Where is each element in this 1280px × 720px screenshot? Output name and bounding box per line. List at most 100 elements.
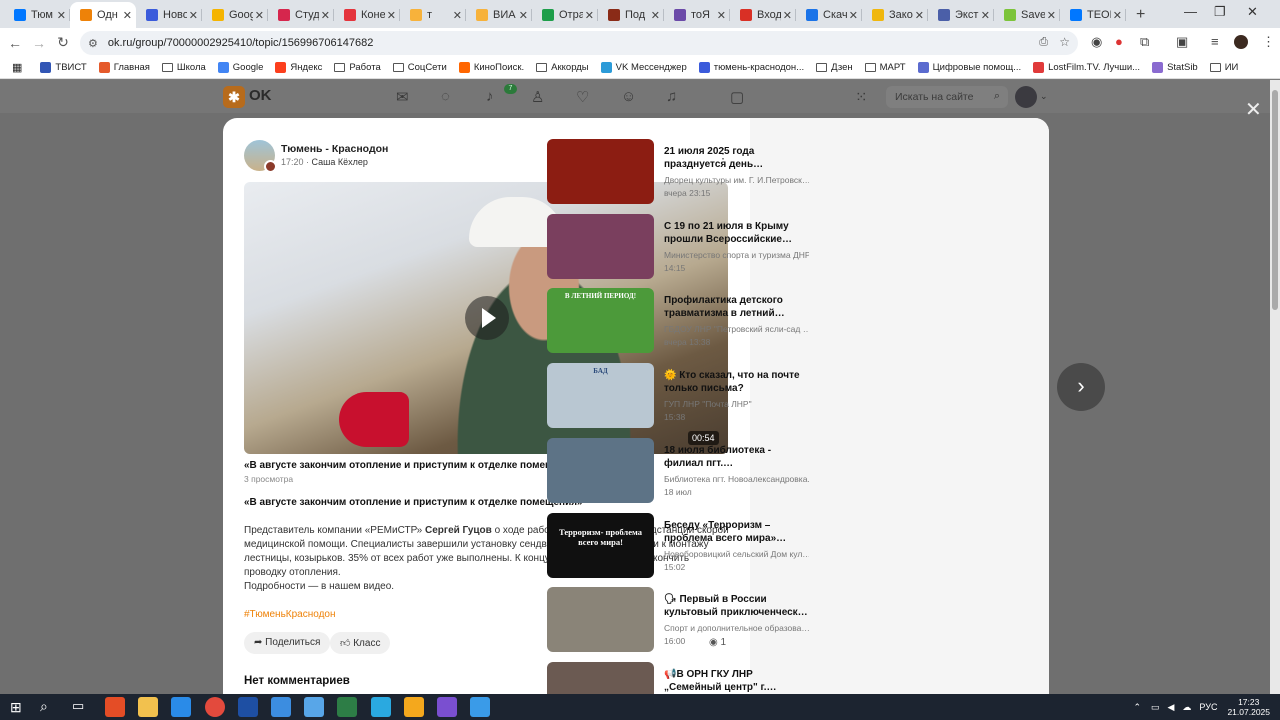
ok-logo-icon[interactable]: ✱ [223,86,245,108]
browser-tab[interactable]: т ✕ [400,2,466,28]
windows-start-icon[interactable]: ⊞ [10,699,22,716]
taskbar-app-icon[interactable] [237,697,258,717]
taskbar-app-icon[interactable] [370,697,391,717]
close-window-icon[interactable]: ✕ [1247,4,1258,20]
tab-close-icon[interactable]: ✕ [57,9,66,22]
group-avatar[interactable] [244,140,277,173]
feed-title[interactable]: 📢В ОРН ГКУ ЛНР „Семейный центр" г.… [664,668,809,694]
browser-tab[interactable]: Отра ✕ [532,2,598,28]
bookmark-item[interactable]: Дзен [816,62,853,73]
browser-tab[interactable]: Скач ✕ [796,2,862,28]
browser-tab[interactable]: тоЯ ✕ [664,2,730,28]
extensions-puzzle-icon[interactable]: ⧉ [1140,34,1149,50]
bookmark-item[interactable]: Школа [161,62,206,73]
author-avatar[interactable] [264,160,277,173]
video-title[interactable]: «В августе закончим отопление и приступи… [244,460,583,471]
events-icon[interactable]: ♡ [576,88,589,106]
browser-tab[interactable]: Зако ✕ [862,2,928,28]
tab-close-icon[interactable]: ✕ [1113,9,1122,22]
browser-tab[interactable]: Ново ✕ [136,2,202,28]
notifications-icon[interactable]: ♪ [486,88,494,105]
bookmark-item[interactable]: Цифровые помощ... [917,62,1021,73]
feed-source[interactable]: Библиотека пгт. Новоалександровка. [664,474,809,484]
feed-source[interactable]: ГУП ЛНР "Почта ЛНР" [664,399,809,409]
feed-card[interactable]: В ЛЕТНИЙ ПЕРИОД! Профилактика детского тр… [547,288,827,354]
cloud-icon[interactable]: ☁ [1182,702,1191,713]
play-icon[interactable] [465,296,509,340]
close-modal-icon[interactable]: ✕ [1245,97,1262,122]
post-author[interactable]: Саша Кёхлер [312,157,368,167]
feed-title[interactable]: Профилактика детского травматизма в летн… [664,294,809,320]
share-button[interactable]: ➦ Поделиться [244,632,331,654]
feed-source[interactable]: ГБДОУ ЛНР "Петровский ясли-сад … [664,324,809,334]
taskbar-app-icon[interactable] [204,697,225,717]
bookmark-item[interactable]: Аккорды [536,62,589,73]
feed-card[interactable]: С 19 по 21 июля в Крыму прошли Всероссий… [547,213,827,280]
apps-icon[interactable]: ⁙ [855,88,868,106]
extension-badge-icon[interactable]: ● [1115,34,1123,49]
tab-close-icon[interactable]: ✕ [519,9,528,22]
bookmark-item[interactable]: ИИ [1209,62,1238,73]
search-icon[interactable]: ⌕ [994,90,1000,103]
taskbar-app-icon[interactable] [337,697,358,717]
feed-title[interactable]: С 19 по 21 июля в Крыму прошли Всероссий… [664,220,809,246]
browser-tab[interactable]: ВИА ✕ [466,2,532,28]
reload-icon[interactable]: ↻ [51,34,75,51]
minimize-icon[interactable]: — [1184,4,1197,19]
feed-source[interactable]: Новоборовицкий сельский Дом кул… [664,549,809,559]
feed-card[interactable]: БАД 🌞 Кто сказал, что на почте только пис… [547,363,827,429]
restore-icon[interactable]: ❐ [1214,4,1226,20]
browser-tab[interactable]: Вход ✕ [730,2,796,28]
browser-tab[interactable]: Savef✕ [994,2,1060,28]
media-control-icon[interactable]: ≡ [1211,34,1219,49]
group-name[interactable]: Тюмень - Краснодон [281,143,388,155]
taskbar-app-icon[interactable] [403,697,424,717]
profile-avatar[interactable] [1234,35,1248,49]
forward-icon[interactable]: → [27,35,51,51]
site-info-icon[interactable]: ⚙ [88,37,98,50]
browser-tab[interactable]: Экст ✕ [928,2,994,28]
messages-icon[interactable]: ✉ [396,88,409,106]
taskbar-app-icon[interactable] [271,697,291,717]
bookmark-item[interactable]: СоцСети [392,62,447,73]
bookmark-item[interactable]: Работа [334,62,381,73]
tab-close-icon[interactable]: ✕ [783,9,792,22]
browser-tab[interactable]: Одн ✕ [70,2,136,28]
feed-title[interactable]: 21 июля 2025 года празднуется день… [664,145,809,171]
browser-tab[interactable]: Коне ✕ [334,2,400,28]
bookmark-star-icon[interactable]: ☆ [1059,35,1070,49]
tab-close-icon[interactable]: ✕ [717,9,726,22]
feed-card[interactable]: Терроризм- проблема всего мира! Беседу «Т… [547,512,827,579]
input-language[interactable]: РУС [1199,702,1217,712]
site-search-input[interactable]: Искать на сайте ⌕ [886,86,1008,108]
install-icon[interactable]: ⎙ [1039,36,1048,49]
tab-close-icon[interactable]: ✕ [651,9,660,22]
feed-card[interactable]: 21 июля 2025 года празднуется день… Дворе… [547,139,827,205]
tab-close-icon[interactable]: ✕ [387,9,396,22]
ok-logo-text[interactable]: OK [249,87,272,104]
feed-title[interactable]: 18 июля библиотека - филиал пгт.… [664,444,809,470]
browser-tab[interactable]: Goog✕ [202,2,268,28]
apps-grid-icon[interactable]: ▦ [12,61,22,74]
guests-icon[interactable]: ♙ [531,88,544,106]
taskbar-app-icon[interactable] [470,697,491,717]
friends-icon[interactable]: ☺ [621,88,636,105]
video-icon[interactable]: ▢ [730,88,744,106]
tab-close-icon[interactable]: ✕ [453,9,462,22]
bookmark-item[interactable]: ТВИСТ [40,62,87,73]
taskbar-app-icon[interactable] [304,697,325,717]
extension-icon[interactable]: ◉ [1091,34,1102,50]
feed-source[interactable]: Спорт и дополнительное образова… [664,623,809,633]
taskbar-app-icon[interactable] [171,697,192,717]
feed-source[interactable]: Дворец культуры им. Г. И.Петровск… [664,175,809,185]
bookmark-item[interactable]: StatSib [1152,62,1198,73]
tab-close-icon[interactable]: ✕ [585,9,594,22]
bookmark-item[interactable]: LostFilm.TV. Лучши... [1033,62,1140,73]
user-avatar[interactable] [1015,86,1037,108]
chevron-down-icon[interactable]: ⌄ [1040,91,1048,102]
network-icon[interactable]: ▭ [1151,702,1160,713]
search-icon[interactable]: ⌕ [40,698,48,715]
tab-close-icon[interactable]: ✕ [981,9,990,22]
feed-card[interactable]: 🗣 Первый в России культовый приключенчес… [547,587,827,653]
taskbar-app-icon[interactable] [437,697,457,717]
